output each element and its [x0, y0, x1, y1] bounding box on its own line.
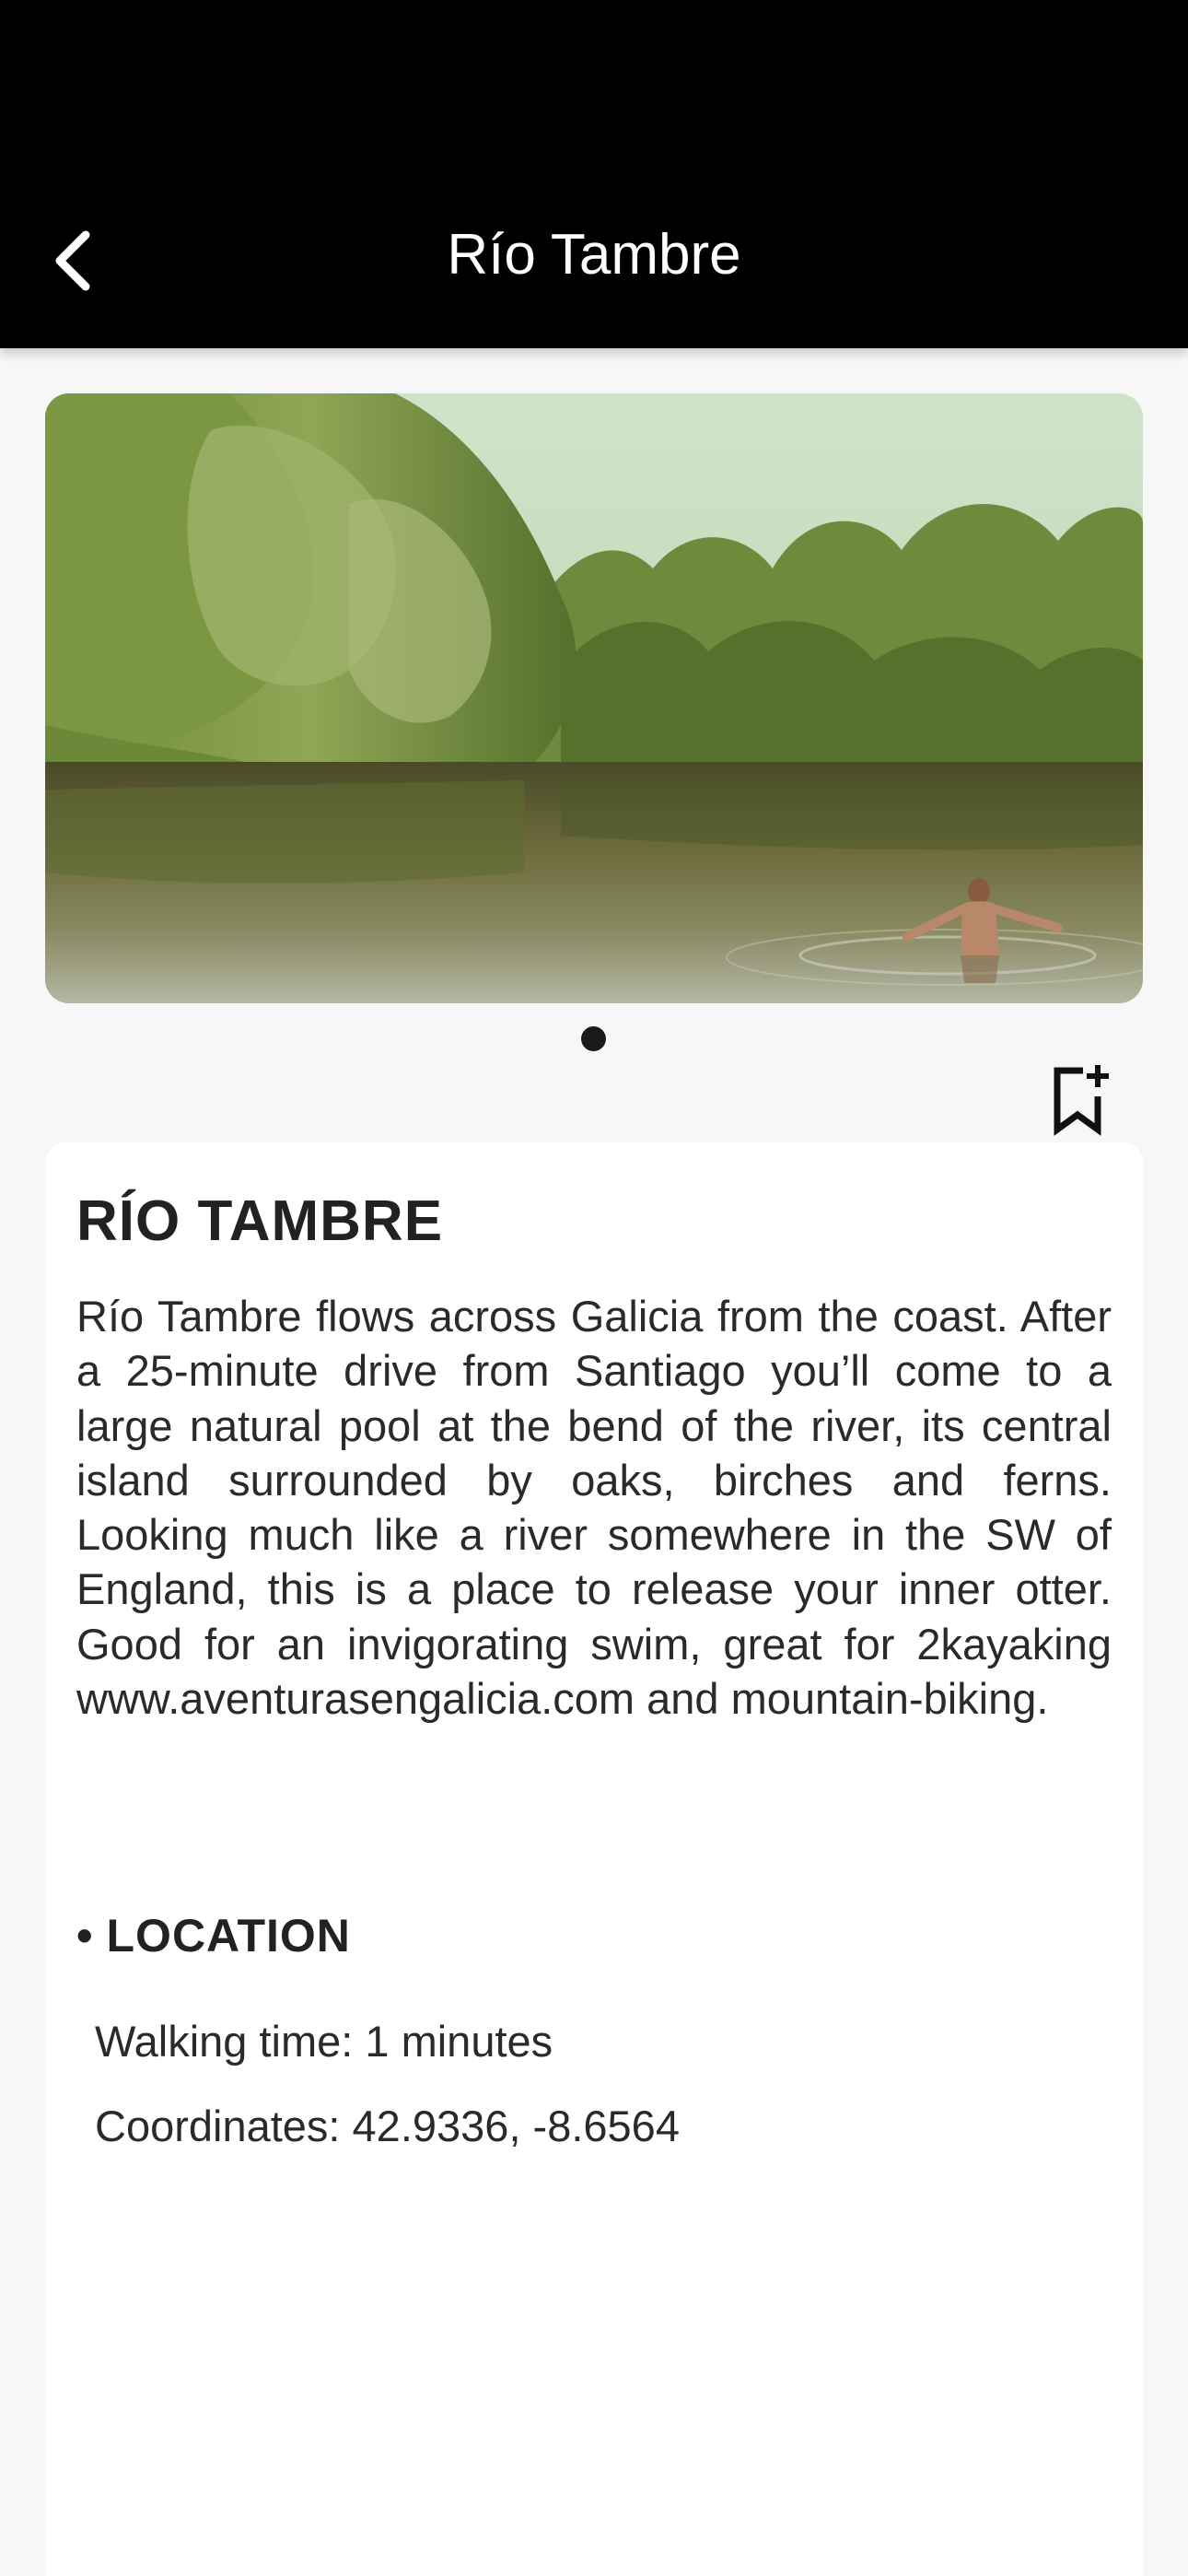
bookmark-button[interactable]: [1046, 1056, 1120, 1139]
walking-time: Walking time: 1 minutes: [95, 2017, 553, 2066]
bookmark-add-icon: [1054, 1065, 1109, 1136]
coordinates: Coordinates: 42.9336, -8.6564: [95, 2102, 680, 2150]
screen: Río Tambre RÍO TAMBRE Río Tambre flows a…: [0, 0, 1188, 2576]
location-heading-label: LOCATION: [106, 1910, 351, 1961]
location-heading: • LOCATION: [76, 1909, 351, 1962]
page-title: Río Tambre: [447, 223, 741, 287]
gallery-page-indicator[interactable]: [581, 1026, 606, 1051]
place-description: Río Tambre flows across Galicia from the…: [76, 1292, 1112, 1724]
bullet: •: [76, 1910, 94, 1961]
river-photo: [45, 393, 1143, 1003]
status-bar: [0, 0, 1188, 175]
place-title: RÍO TAMBRE: [76, 1189, 444, 1253]
hero-image[interactable]: [45, 393, 1143, 1003]
